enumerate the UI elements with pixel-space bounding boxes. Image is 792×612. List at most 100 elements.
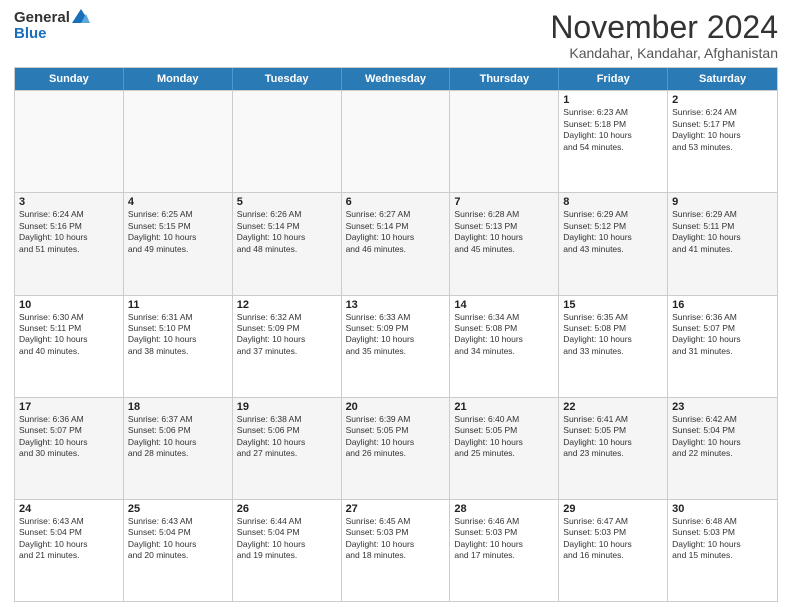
day-number: 17 xyxy=(19,401,119,413)
day-cell-11: 11Sunrise: 6:31 AM Sunset: 5:10 PM Dayli… xyxy=(124,296,233,397)
day-number: 11 xyxy=(128,299,228,311)
day-cell-28: 28Sunrise: 6:46 AM Sunset: 5:03 PM Dayli… xyxy=(450,500,559,601)
day-cell-13: 13Sunrise: 6:33 AM Sunset: 5:09 PM Dayli… xyxy=(342,296,451,397)
day-cell-16: 16Sunrise: 6:36 AM Sunset: 5:07 PM Dayli… xyxy=(668,296,777,397)
day-info: Sunrise: 6:27 AM Sunset: 5:14 PM Dayligh… xyxy=(346,209,446,255)
day-number: 14 xyxy=(454,299,554,311)
day-number: 19 xyxy=(237,401,337,413)
day-number: 7 xyxy=(454,196,554,208)
day-cell-14: 14Sunrise: 6:34 AM Sunset: 5:08 PM Dayli… xyxy=(450,296,559,397)
day-info: Sunrise: 6:36 AM Sunset: 5:07 PM Dayligh… xyxy=(19,414,119,460)
day-number: 12 xyxy=(237,299,337,311)
day-info: Sunrise: 6:24 AM Sunset: 5:16 PM Dayligh… xyxy=(19,209,119,255)
calendar: SundayMondayTuesdayWednesdayThursdayFrid… xyxy=(14,67,778,602)
calendar-header: SundayMondayTuesdayWednesdayThursdayFrid… xyxy=(15,68,777,90)
day-cell-25: 25Sunrise: 6:43 AM Sunset: 5:04 PM Dayli… xyxy=(124,500,233,601)
day-number: 30 xyxy=(672,503,773,515)
day-number: 25 xyxy=(128,503,228,515)
calendar-row-0: 1Sunrise: 6:23 AM Sunset: 5:18 PM Daylig… xyxy=(15,90,777,192)
day-cell-7: 7Sunrise: 6:28 AM Sunset: 5:13 PM Daylig… xyxy=(450,193,559,294)
day-info: Sunrise: 6:28 AM Sunset: 5:13 PM Dayligh… xyxy=(454,209,554,255)
day-cell-1: 1Sunrise: 6:23 AM Sunset: 5:18 PM Daylig… xyxy=(559,91,668,192)
day-number: 28 xyxy=(454,503,554,515)
calendar-row-2: 10Sunrise: 6:30 AM Sunset: 5:11 PM Dayli… xyxy=(15,295,777,397)
weekday-header-thursday: Thursday xyxy=(450,68,559,90)
weekday-header-wednesday: Wednesday xyxy=(342,68,451,90)
day-cell-4: 4Sunrise: 6:25 AM Sunset: 5:15 PM Daylig… xyxy=(124,193,233,294)
weekday-header-sunday: Sunday xyxy=(15,68,124,90)
day-info: Sunrise: 6:23 AM Sunset: 5:18 PM Dayligh… xyxy=(563,107,663,153)
day-info: Sunrise: 6:35 AM Sunset: 5:08 PM Dayligh… xyxy=(563,312,663,358)
month-title: November 2024 xyxy=(550,10,778,45)
empty-cell xyxy=(15,91,124,192)
day-cell-2: 2Sunrise: 6:24 AM Sunset: 5:17 PM Daylig… xyxy=(668,91,777,192)
day-cell-8: 8Sunrise: 6:29 AM Sunset: 5:12 PM Daylig… xyxy=(559,193,668,294)
day-number: 20 xyxy=(346,401,446,413)
day-info: Sunrise: 6:39 AM Sunset: 5:05 PM Dayligh… xyxy=(346,414,446,460)
logo-blue-text: Blue xyxy=(14,25,47,42)
day-info: Sunrise: 6:30 AM Sunset: 5:11 PM Dayligh… xyxy=(19,312,119,358)
day-number: 13 xyxy=(346,299,446,311)
day-number: 3 xyxy=(19,196,119,208)
day-number: 26 xyxy=(237,503,337,515)
day-info: Sunrise: 6:29 AM Sunset: 5:12 PM Dayligh… xyxy=(563,209,663,255)
day-number: 15 xyxy=(563,299,663,311)
day-cell-3: 3Sunrise: 6:24 AM Sunset: 5:16 PM Daylig… xyxy=(15,193,124,294)
day-cell-26: 26Sunrise: 6:44 AM Sunset: 5:04 PM Dayli… xyxy=(233,500,342,601)
day-cell-19: 19Sunrise: 6:38 AM Sunset: 5:06 PM Dayli… xyxy=(233,398,342,499)
day-cell-30: 30Sunrise: 6:48 AM Sunset: 5:03 PM Dayli… xyxy=(668,500,777,601)
day-info: Sunrise: 6:25 AM Sunset: 5:15 PM Dayligh… xyxy=(128,209,228,255)
day-info: Sunrise: 6:32 AM Sunset: 5:09 PM Dayligh… xyxy=(237,312,337,358)
empty-cell xyxy=(124,91,233,192)
day-cell-15: 15Sunrise: 6:35 AM Sunset: 5:08 PM Dayli… xyxy=(559,296,668,397)
day-cell-24: 24Sunrise: 6:43 AM Sunset: 5:04 PM Dayli… xyxy=(15,500,124,601)
day-number: 22 xyxy=(563,401,663,413)
day-cell-6: 6Sunrise: 6:27 AM Sunset: 5:14 PM Daylig… xyxy=(342,193,451,294)
day-cell-20: 20Sunrise: 6:39 AM Sunset: 5:05 PM Dayli… xyxy=(342,398,451,499)
day-info: Sunrise: 6:37 AM Sunset: 5:06 PM Dayligh… xyxy=(128,414,228,460)
day-info: Sunrise: 6:33 AM Sunset: 5:09 PM Dayligh… xyxy=(346,312,446,358)
header: General Blue November 2024 Kandahar, Kan… xyxy=(14,10,778,61)
day-info: Sunrise: 6:26 AM Sunset: 5:14 PM Dayligh… xyxy=(237,209,337,255)
title-block: November 2024 Kandahar, Kandahar, Afghan… xyxy=(550,10,778,61)
day-info: Sunrise: 6:40 AM Sunset: 5:05 PM Dayligh… xyxy=(454,414,554,460)
day-info: Sunrise: 6:46 AM Sunset: 5:03 PM Dayligh… xyxy=(454,516,554,562)
day-cell-9: 9Sunrise: 6:29 AM Sunset: 5:11 PM Daylig… xyxy=(668,193,777,294)
day-info: Sunrise: 6:43 AM Sunset: 5:04 PM Dayligh… xyxy=(19,516,119,562)
weekday-header-monday: Monday xyxy=(124,68,233,90)
day-info: Sunrise: 6:29 AM Sunset: 5:11 PM Dayligh… xyxy=(672,209,773,255)
day-cell-5: 5Sunrise: 6:26 AM Sunset: 5:14 PM Daylig… xyxy=(233,193,342,294)
day-number: 8 xyxy=(563,196,663,208)
day-number: 2 xyxy=(672,94,773,106)
day-number: 6 xyxy=(346,196,446,208)
weekday-header-friday: Friday xyxy=(559,68,668,90)
day-info: Sunrise: 6:31 AM Sunset: 5:10 PM Dayligh… xyxy=(128,312,228,358)
day-info: Sunrise: 6:48 AM Sunset: 5:03 PM Dayligh… xyxy=(672,516,773,562)
logo-icon xyxy=(72,9,90,23)
day-cell-10: 10Sunrise: 6:30 AM Sunset: 5:11 PM Dayli… xyxy=(15,296,124,397)
weekday-header-saturday: Saturday xyxy=(668,68,777,90)
day-info: Sunrise: 6:38 AM Sunset: 5:06 PM Dayligh… xyxy=(237,414,337,460)
day-info: Sunrise: 6:45 AM Sunset: 5:03 PM Dayligh… xyxy=(346,516,446,562)
empty-cell xyxy=(233,91,342,192)
day-number: 16 xyxy=(672,299,773,311)
day-cell-17: 17Sunrise: 6:36 AM Sunset: 5:07 PM Dayli… xyxy=(15,398,124,499)
logo: General Blue xyxy=(14,10,90,43)
day-info: Sunrise: 6:34 AM Sunset: 5:08 PM Dayligh… xyxy=(454,312,554,358)
weekday-header-tuesday: Tuesday xyxy=(233,68,342,90)
day-info: Sunrise: 6:42 AM Sunset: 5:04 PM Dayligh… xyxy=(672,414,773,460)
day-info: Sunrise: 6:43 AM Sunset: 5:04 PM Dayligh… xyxy=(128,516,228,562)
day-number: 5 xyxy=(237,196,337,208)
day-number: 27 xyxy=(346,503,446,515)
page: General Blue November 2024 Kandahar, Kan… xyxy=(0,0,792,612)
empty-cell xyxy=(450,91,559,192)
empty-cell xyxy=(342,91,451,192)
day-number: 29 xyxy=(563,503,663,515)
day-number: 18 xyxy=(128,401,228,413)
calendar-body: 1Sunrise: 6:23 AM Sunset: 5:18 PM Daylig… xyxy=(15,90,777,601)
calendar-row-3: 17Sunrise: 6:36 AM Sunset: 5:07 PM Dayli… xyxy=(15,397,777,499)
day-cell-22: 22Sunrise: 6:41 AM Sunset: 5:05 PM Dayli… xyxy=(559,398,668,499)
day-cell-18: 18Sunrise: 6:37 AM Sunset: 5:06 PM Dayli… xyxy=(124,398,233,499)
day-cell-12: 12Sunrise: 6:32 AM Sunset: 5:09 PM Dayli… xyxy=(233,296,342,397)
day-number: 23 xyxy=(672,401,773,413)
